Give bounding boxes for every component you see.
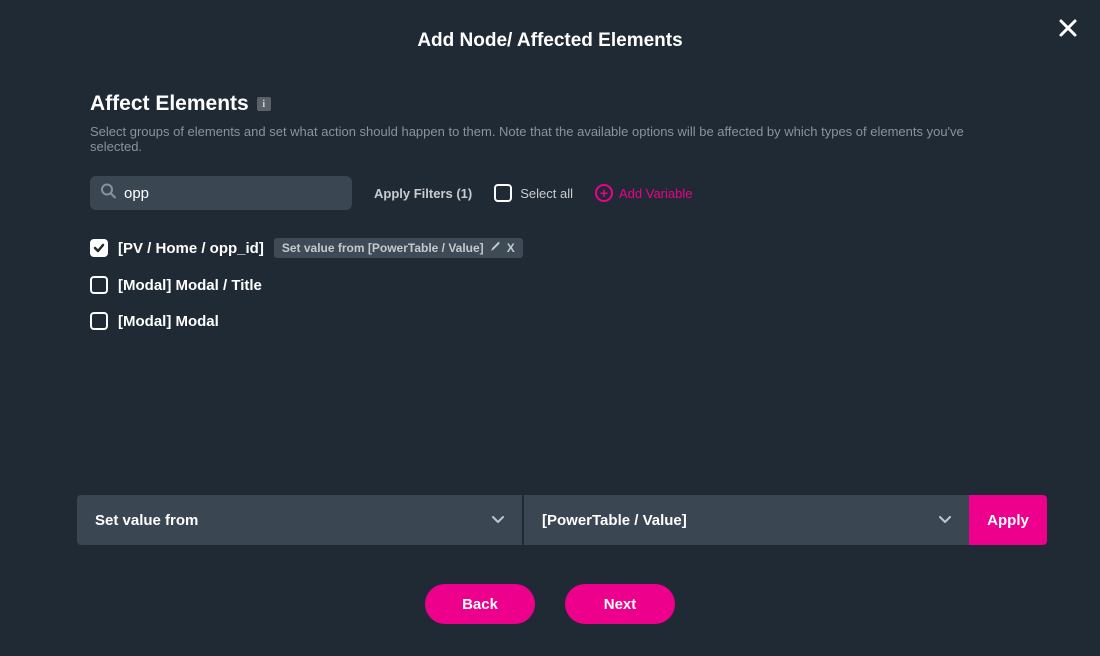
element-checkbox[interactable]	[90, 276, 108, 294]
value-select[interactable]: [PowerTable / Value]	[524, 495, 969, 545]
apply-filters-link[interactable]: Apply Filters (1)	[374, 186, 472, 201]
element-row: [Modal] Modal / Title	[90, 276, 1010, 294]
element-label: [PV / Home / opp_id]	[118, 240, 264, 257]
element-row: [Modal] Modal	[90, 312, 1010, 330]
element-action-chip: Set value from [PowerTable / Value] X	[274, 238, 523, 258]
element-row: [PV / Home / opp_id] Set value from [Pow…	[90, 238, 1010, 258]
chevron-down-icon	[492, 513, 504, 527]
element-label: [Modal] Modal / Title	[118, 277, 262, 294]
section-title: Affect Elements	[90, 92, 249, 116]
element-label: [Modal] Modal	[118, 313, 219, 330]
pencil-icon[interactable]	[490, 241, 501, 255]
modal-content: Affect Elements i Select groups of eleme…	[0, 92, 1100, 330]
select-all-wrapper: Select all	[494, 184, 573, 202]
element-checkbox[interactable]	[90, 312, 108, 330]
add-variable-button[interactable]: + Add Variable	[595, 184, 692, 202]
chip-remove-icon[interactable]: X	[507, 241, 515, 255]
info-icon[interactable]: i	[257, 97, 271, 111]
chevron-down-icon	[939, 513, 951, 527]
modal-title: Add Node/ Affected Elements	[0, 30, 1100, 52]
plus-circle-icon: +	[595, 184, 613, 202]
element-checkbox[interactable]	[90, 239, 108, 257]
section-header: Affect Elements i	[90, 92, 1010, 116]
select-all-label: Select all	[520, 186, 573, 201]
section-description: Select groups of elements and set what a…	[90, 124, 1010, 154]
back-button[interactable]: Back	[425, 584, 535, 624]
close-button[interactable]	[1058, 18, 1078, 43]
modal-dialog: Add Node/ Affected Elements Affect Eleme…	[0, 0, 1100, 656]
chip-text: Set value from [PowerTable / Value]	[282, 241, 484, 255]
action-select-label: Set value from	[95, 512, 198, 529]
element-list: [PV / Home / opp_id] Set value from [Pow…	[90, 238, 1010, 330]
search-wrapper	[90, 176, 352, 210]
add-variable-label: Add Variable	[619, 186, 692, 201]
select-all-checkbox[interactable]	[494, 184, 512, 202]
apply-button-label: Apply	[987, 512, 1029, 529]
apply-button[interactable]: Apply	[969, 495, 1047, 545]
action-select[interactable]: Set value from	[77, 495, 522, 545]
action-bar: Set value from [PowerTable / Value] Appl…	[77, 495, 1047, 545]
next-button[interactable]: Next	[565, 584, 675, 624]
value-select-label: [PowerTable / Value]	[542, 512, 687, 529]
search-input[interactable]	[90, 176, 352, 210]
filter-row: Apply Filters (1) Select all + Add Varia…	[90, 176, 1010, 210]
close-icon	[1058, 18, 1078, 38]
footer-buttons: Back Next	[0, 584, 1100, 624]
